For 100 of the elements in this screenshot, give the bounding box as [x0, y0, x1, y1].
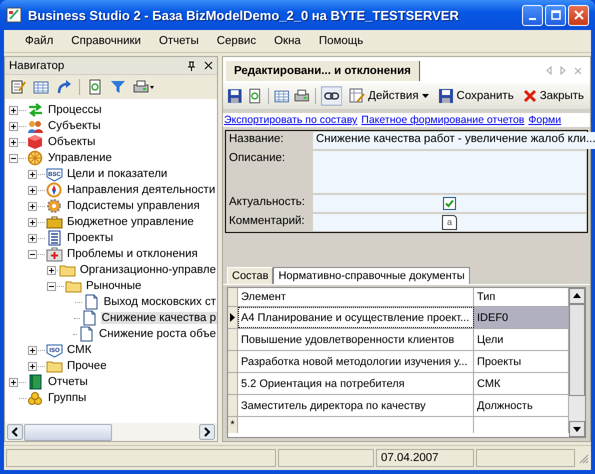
table-icon[interactable]: [274, 88, 290, 104]
name-field[interactable]: Снижение качества работ - увеличение жалоб кли...: [313, 132, 595, 149]
tree-item[interactable]: Направления деятельности: [66, 184, 216, 196]
table-cell: Повышение удовлетворенности клиентов: [238, 329, 474, 350]
field-label: Описание:: [228, 151, 286, 166]
tab[interactable]: Состав: [227, 267, 274, 284]
minimize-icon: [529, 18, 536, 20]
tree-item[interactable]: Проекты: [66, 232, 114, 244]
expand-toggle-icon[interactable]: [9, 122, 18, 130]
menu-item[interactable]: Отчеты: [150, 35, 208, 47]
printer-icon[interactable]: [133, 79, 155, 95]
refresh-icon[interactable]: [247, 88, 263, 104]
caret-icon: [422, 94, 429, 98]
tree-item[interactable]: СМК: [66, 344, 92, 356]
description-field[interactable]: [313, 151, 586, 193]
tree-item[interactable]: Цели и показатели: [66, 168, 168, 180]
tree-item[interactable]: Группы: [47, 392, 88, 404]
link-chain-icon[interactable]: [320, 86, 342, 106]
tree-item[interactable]: Подсистемы управления: [66, 200, 201, 212]
link[interactable]: Пакетное формирование отчетов: [361, 114, 524, 126]
close-icon[interactable]: [204, 61, 213, 70]
tree-item[interactable]: Бюджетное управление: [66, 216, 195, 228]
tree-item[interactable]: Отчеты: [47, 376, 89, 388]
checkbox[interactable]: [443, 197, 456, 210]
document-icon: [80, 310, 98, 326]
tree-item[interactable]: Субъекты: [47, 120, 102, 132]
expand-toggle-icon[interactable]: [9, 106, 18, 114]
tree-item[interactable]: Объекты: [47, 136, 96, 148]
tab[interactable]: Нормативно-справочные документы: [273, 267, 470, 284]
scroll-down-icon[interactable]: [569, 421, 585, 437]
minimize-button[interactable]: [522, 4, 543, 26]
table-icon[interactable]: [33, 79, 49, 95]
resize-grip-icon[interactable]: [577, 452, 589, 464]
maximize-button[interactable]: [545, 4, 566, 26]
window-title: Business Studio 2 - База BizModelDemo_2_0 на BYTE_TESTSERVER: [28, 8, 460, 22]
expand-toggle-icon[interactable]: [9, 138, 18, 146]
status-date: 07.04.2007: [376, 449, 474, 467]
tree-item[interactable]: Проблемы и отклонения: [66, 248, 199, 260]
expand-toggle-icon[interactable]: [47, 266, 56, 274]
expand-toggle-icon[interactable]: [28, 250, 37, 258]
expand-toggle-icon[interactable]: [9, 154, 18, 162]
horizontal-scrollbar[interactable]: [5, 423, 217, 441]
expand-toggle-icon[interactable]: [28, 186, 37, 194]
app-icon: [6, 7, 22, 23]
gear-icon: [46, 198, 63, 214]
close-button[interactable]: [568, 4, 589, 26]
tree-item[interactable]: Выход московских ст: [102, 296, 217, 308]
expand-toggle-icon[interactable]: [9, 378, 18, 386]
new-row-marker: *: [228, 417, 238, 433]
scroll-thumb[interactable]: [569, 304, 585, 396]
expand-toggle-icon[interactable]: [28, 218, 37, 226]
redo-arrow-icon[interactable]: [56, 79, 72, 95]
expand-toggle-icon[interactable]: [28, 362, 37, 370]
refresh-icon[interactable]: [87, 79, 103, 95]
first-aid-kit-icon: [46, 246, 63, 262]
tree-item[interactable]: Прочее: [66, 360, 108, 372]
compass-icon: [46, 182, 63, 198]
expand-toggle-icon[interactable]: [28, 170, 37, 178]
document-icon: [82, 294, 100, 310]
tree-item[interactable]: Снижение качества р: [100, 312, 217, 324]
document-icon: [78, 326, 95, 342]
menu-item[interactable]: Сервис: [208, 35, 266, 47]
save-button[interactable]: Сохранить: [436, 88, 516, 104]
tree-item[interactable]: Процессы: [47, 104, 103, 116]
actions-button[interactable]: Действия: [347, 88, 431, 104]
link[interactable]: Экспортировать по составу: [224, 114, 358, 126]
menu-item[interactable]: Справочники: [62, 35, 150, 47]
scroll-up-icon[interactable]: [569, 288, 585, 304]
expand-toggle-icon[interactable]: [28, 234, 37, 242]
current-row-icon: [230, 313, 235, 322]
scroll-right-icon[interactable]: [199, 424, 215, 440]
document-tab[interactable]: Редактировани... и отклонения: [226, 61, 420, 81]
menu-item[interactable]: Окна: [265, 35, 310, 47]
scroll-thumb[interactable]: [24, 424, 112, 440]
vertical-scrollbar[interactable]: [569, 288, 585, 437]
menu-item[interactable]: Помощь: [310, 35, 372, 47]
briefcase-icon: [46, 214, 63, 230]
book-icon: [27, 374, 44, 390]
column-header[interactable]: Элемент: [238, 288, 474, 306]
tree-item[interactable]: Организационно-управле: [78, 264, 217, 276]
filter-icon[interactable]: [110, 79, 126, 95]
pin-icon[interactable]: [187, 60, 196, 70]
expand-toggle-icon[interactable]: [28, 202, 37, 210]
people-icon: [27, 118, 44, 134]
expand-toggle-icon[interactable]: [47, 282, 56, 290]
link[interactable]: Форми: [528, 114, 562, 126]
cube-icon: [27, 134, 44, 150]
expand-toggle-icon[interactable]: [28, 346, 37, 354]
tree-item[interactable]: Управление: [47, 152, 113, 164]
tree-item[interactable]: Снижение роста объе: [98, 328, 217, 340]
scroll-left-icon[interactable]: [7, 424, 23, 440]
table-cell: Заместитель директора по качеству: [238, 395, 474, 416]
table-cell: A4 Планирование и осуществление проект...: [238, 307, 474, 328]
edit-icon[interactable]: [10, 79, 26, 95]
menu-item[interactable]: Файл: [16, 35, 62, 47]
printer-icon[interactable]: [294, 88, 310, 104]
memo-icon[interactable]: a: [442, 215, 457, 230]
close-document-button[interactable]: Закрыть: [520, 89, 586, 103]
row-header[interactable]: [228, 307, 238, 328]
tree-item[interactable]: Рыночные: [85, 280, 142, 292]
